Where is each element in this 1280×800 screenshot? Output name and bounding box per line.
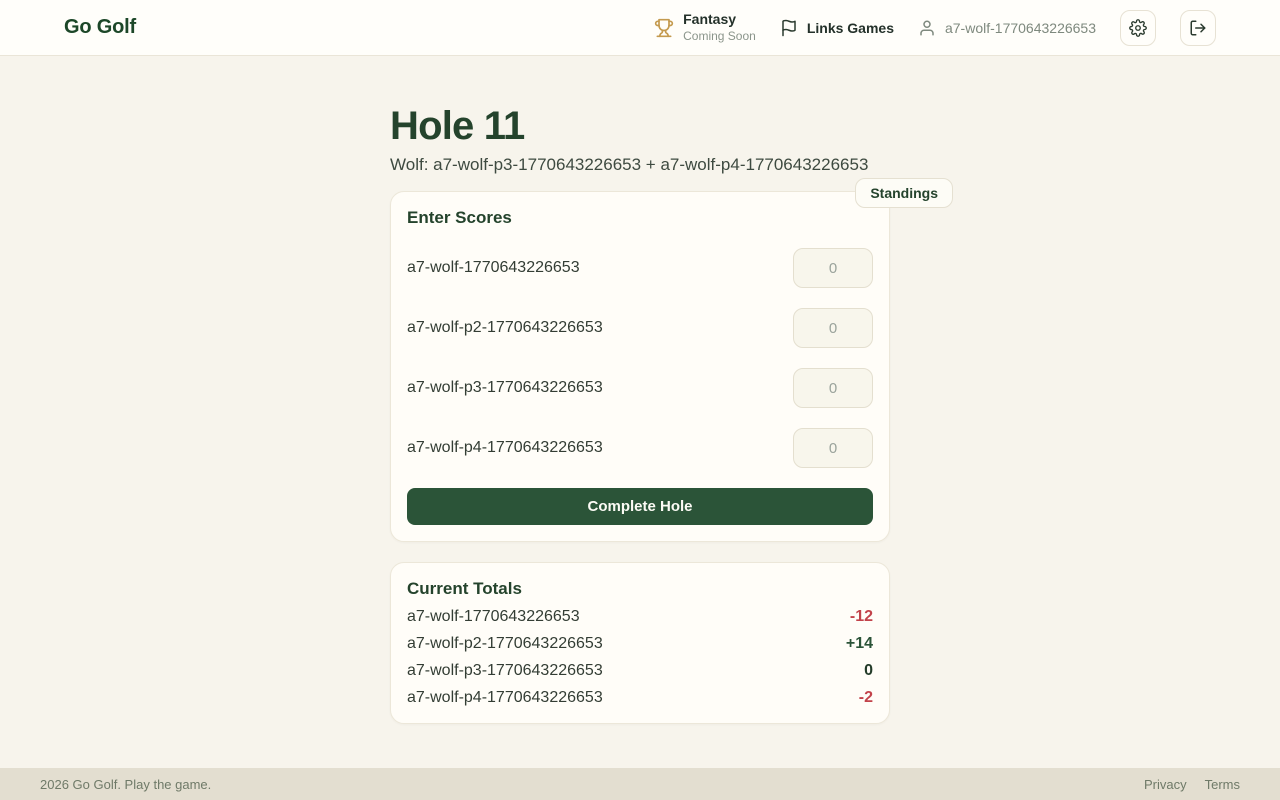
score-input-player-3[interactable] bbox=[793, 368, 873, 408]
player-name: a7-wolf-p3-1770643226653 bbox=[407, 379, 603, 396]
username: a7-wolf-1770643226653 bbox=[944, 19, 1096, 36]
standings-button[interactable]: Standings bbox=[855, 178, 953, 208]
nav-item-links-games[interactable]: Links Games bbox=[780, 19, 894, 37]
player-name: a7-wolf-1770643226653 bbox=[407, 608, 580, 625]
privacy-link[interactable]: Privacy bbox=[1144, 777, 1187, 792]
wolf-subtitle: Wolf: a7-wolf-p3-1770643226653 + a7-wolf… bbox=[390, 155, 869, 174]
fantasy-coming-soon: Coming Soon bbox=[683, 28, 756, 43]
score-input-player-1[interactable] bbox=[793, 248, 873, 288]
complete-hole-button[interactable]: Complete Hole bbox=[407, 488, 873, 525]
footer: 2026 Go Golf. Play the game. Privacy Ter… bbox=[0, 768, 1280, 800]
trophy-icon bbox=[654, 18, 674, 38]
main-content: Hole 11 Wolf: a7-wolf-p3-1770643226653 +… bbox=[0, 56, 1280, 768]
terms-link[interactable]: Terms bbox=[1205, 777, 1240, 792]
enter-scores-heading: Enter Scores bbox=[407, 208, 512, 227]
current-totals-card: Current Totals a7-wolf-1770643226653 -12… bbox=[390, 562, 890, 724]
total-value: -2 bbox=[858, 689, 873, 706]
player-name: a7-wolf-1770643226653 bbox=[407, 259, 580, 276]
total-row: a7-wolf-1770643226653 -12 bbox=[407, 608, 873, 626]
logout-button[interactable] bbox=[1180, 9, 1216, 46]
player-name: a7-wolf-p2-1770643226653 bbox=[407, 319, 603, 336]
top-nav: Go Golf Fantasy Coming Soon Links Games … bbox=[0, 0, 1280, 56]
nav-right: Fantasy Coming Soon Links Games a7-wolf-… bbox=[654, 9, 1216, 46]
user-icon bbox=[918, 19, 936, 37]
footer-copyright: 2026 Go Golf. Play the game. bbox=[40, 776, 212, 792]
app: Go Golf Fantasy Coming Soon Links Games … bbox=[0, 0, 1280, 800]
player-name: a7-wolf-p3-1770643226653 bbox=[407, 662, 603, 679]
page-title: Hole 11 bbox=[390, 104, 525, 148]
gear-icon bbox=[1129, 18, 1147, 37]
total-row: a7-wolf-p4-1770643226653 -2 bbox=[407, 689, 873, 707]
score-input-player-2[interactable] bbox=[793, 308, 873, 348]
footer-links: Privacy Terms bbox=[1144, 777, 1240, 792]
player-name: a7-wolf-p4-1770643226653 bbox=[407, 439, 603, 456]
brand-logo[interactable]: Go Golf bbox=[64, 16, 136, 39]
player-name: a7-wolf-p4-1770643226653 bbox=[407, 689, 603, 706]
score-input-player-4[interactable] bbox=[793, 428, 873, 468]
flag-icon bbox=[780, 19, 798, 37]
score-row: a7-wolf-p2-1770643226653 bbox=[407, 308, 873, 348]
current-totals-heading: Current Totals bbox=[407, 579, 522, 598]
total-value: 0 bbox=[864, 662, 873, 679]
links-games-label: Links Games bbox=[806, 19, 894, 36]
fantasy-text: Fantasy Coming Soon bbox=[683, 11, 756, 44]
score-row: a7-wolf-1770643226653 bbox=[407, 248, 873, 288]
total-value: +14 bbox=[845, 635, 873, 652]
logout-icon bbox=[1189, 19, 1207, 37]
total-row: a7-wolf-p3-1770643226653 0 bbox=[407, 662, 873, 680]
nav-user: a7-wolf-1770643226653 bbox=[918, 19, 1096, 37]
player-name: a7-wolf-p2-1770643226653 bbox=[407, 635, 603, 652]
fantasy-label: Fantasy bbox=[683, 11, 737, 28]
score-row: a7-wolf-p3-1770643226653 bbox=[407, 368, 873, 408]
score-row: a7-wolf-p4-1770643226653 bbox=[407, 428, 873, 468]
enter-scores-card: Enter Scores a7-wolf-1770643226653 a7-wo… bbox=[390, 191, 890, 542]
nav-item-fantasy[interactable]: Fantasy Coming Soon bbox=[654, 11, 756, 44]
page-head: Hole 11 Wolf: a7-wolf-p3-1770643226653 +… bbox=[390, 104, 953, 208]
settings-button[interactable] bbox=[1120, 9, 1156, 46]
total-value: -12 bbox=[849, 608, 873, 625]
total-row: a7-wolf-p2-1770643226653 +14 bbox=[407, 635, 873, 653]
